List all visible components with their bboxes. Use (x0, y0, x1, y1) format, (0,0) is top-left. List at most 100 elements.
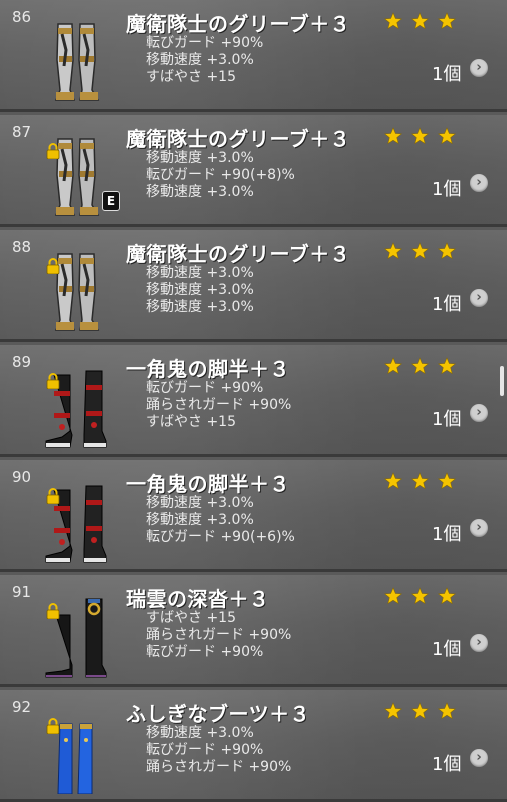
equipped-badge: E (102, 191, 120, 211)
item-number: 87 (12, 123, 32, 141)
lock-icon (46, 488, 60, 504)
chevron-right-icon[interactable]: › (470, 519, 488, 537)
item-stat: 転びガード +90% (146, 35, 264, 51)
star-icon (384, 587, 402, 605)
star-icon (438, 587, 457, 605)
star-icon (411, 587, 430, 605)
item-name: 魔衛隊士のグリーブ＋３ (126, 12, 351, 36)
item-stat: すばやさ +15 (146, 414, 236, 430)
item-stat: 移動速度 +3.0% (146, 265, 254, 281)
item-count: 1個 (432, 409, 462, 430)
star-icon (438, 472, 457, 490)
rarity-stars (384, 702, 460, 720)
chevron-right-icon[interactable]: › (470, 404, 488, 422)
item-stat: すばやさ +15 (146, 610, 236, 626)
item-stat: 踊らされガード +90% (146, 759, 292, 775)
item-stat: 移動速度 +3.0% (146, 512, 254, 528)
item-count: 1個 (432, 64, 462, 85)
item-row[interactable]: 88 魔衛隊士のグリーブ＋３ 移動速度 +3.0% 移動速度 +3.0% 移動速… (0, 230, 507, 342)
item-row[interactable]: 87 E 魔衛隊士のグリーブ＋３ 移動速度 +3.0% 転びガード +90(+8… (0, 115, 507, 227)
item-stat: 転びガード +90% (146, 380, 264, 396)
item-stat: 移動速度 +3.0% (146, 52, 254, 68)
item-count: 1個 (432, 639, 462, 660)
star-icon (438, 242, 457, 260)
lock-icon (46, 373, 60, 389)
item-name: ふしぎなブーツ＋３ (126, 702, 311, 726)
star-icon (438, 12, 457, 30)
lock-icon (46, 258, 60, 274)
item-stat: 転びガード +90% (146, 742, 264, 758)
item-name: 一角鬼の脚半＋３ (126, 472, 290, 496)
item-count: 1個 (432, 524, 462, 545)
item-stats: 転びガード +90% 移動速度 +3.0% すばやさ +15 (146, 35, 263, 86)
star-icon (411, 242, 430, 260)
item-number: 86 (12, 8, 32, 26)
item-stat: 移動速度 +3.0% (146, 725, 254, 741)
rarity-stars (384, 127, 460, 145)
item-stat: 転びガード +90(+8)% (146, 167, 295, 183)
star-icon (384, 357, 402, 375)
item-stat: 踊らされガード +90% (146, 397, 292, 413)
chevron-right-icon[interactable]: › (470, 59, 488, 77)
item-stat: 移動速度 +3.0% (146, 299, 254, 315)
item-stats: 転びガード +90% 踊らされガード +90% すばやさ +15 (146, 380, 291, 431)
rarity-stars (384, 587, 460, 605)
item-stats: 移動速度 +3.0% 転びガード +90% 踊らされガード +90% (146, 725, 291, 776)
item-number: 89 (12, 353, 32, 371)
scrollbar[interactable] (500, 366, 504, 396)
inventory-list: 86 魔衛隊士のグリーブ＋３ 転びガード +90% 移動速度 +3.0% すばや… (0, 0, 507, 802)
star-icon (411, 12, 430, 30)
item-stat: 移動速度 +3.0% (146, 150, 254, 166)
item-number: 92 (12, 698, 32, 716)
star-icon (438, 702, 457, 720)
item-number: 90 (12, 468, 32, 486)
item-stats: 移動速度 +3.0% 転びガード +90(+8)% 移動速度 +3.0% (146, 150, 295, 201)
item-stat: 移動速度 +3.0% (146, 495, 254, 511)
star-icon (438, 127, 457, 145)
star-icon (384, 472, 402, 490)
item-number: 88 (12, 238, 32, 256)
star-icon (411, 127, 430, 145)
star-icon (411, 702, 430, 720)
item-stats: 移動速度 +3.0% 移動速度 +3.0% 転びガード +90(+6)% (146, 495, 295, 546)
item-row[interactable]: 91 瑞雲の深沓＋３ すばやさ +15 踊らされガード +90% 転びガード +… (0, 575, 507, 687)
star-icon (411, 357, 430, 375)
rarity-stars (384, 357, 460, 375)
item-row[interactable]: 89 一角鬼の脚半＋３ 転びガード +90% 踊らされガード +90% すばやさ… (0, 345, 507, 457)
star-icon (384, 242, 402, 260)
item-stat: 踊らされガード +90% (146, 627, 292, 643)
item-stat: すばやさ +15 (146, 69, 236, 85)
rarity-stars (384, 242, 460, 260)
item-row[interactable]: 86 魔衛隊士のグリーブ＋３ 転びガード +90% 移動速度 +3.0% すばや… (0, 0, 507, 112)
item-stat: 移動速度 +3.0% (146, 184, 254, 200)
star-icon (384, 127, 402, 145)
lock-icon (46, 603, 60, 619)
item-count: 1個 (432, 179, 462, 200)
item-stats: すばやさ +15 踊らされガード +90% 転びガード +90% (146, 610, 291, 661)
item-stat: 転びガード +90% (146, 644, 264, 660)
silver-greaves-icon (54, 23, 100, 101)
item-name: 魔衛隊士のグリーブ＋３ (126, 127, 351, 151)
chevron-right-icon[interactable]: › (470, 289, 488, 307)
star-icon (411, 472, 430, 490)
rarity-stars (384, 472, 460, 490)
chevron-right-icon[interactable]: › (470, 749, 488, 767)
item-row[interactable]: 92 ふしぎなブーツ＋３ 移動速度 +3.0% 転びガード +90% 踊らされガ… (0, 690, 507, 802)
star-icon (438, 357, 457, 375)
item-count: 1個 (432, 294, 462, 315)
item-stats: 移動速度 +3.0% 移動速度 +3.0% 移動速度 +3.0% (146, 265, 254, 316)
item-name: 一角鬼の脚半＋３ (126, 357, 290, 381)
item-row[interactable]: 90 一角鬼の脚半＋３ 移動速度 +3.0% 移動速度 +3.0% 転びガード … (0, 460, 507, 572)
item-name: 魔衛隊士のグリーブ＋３ (126, 242, 351, 266)
lock-icon (46, 143, 60, 159)
rarity-stars (384, 12, 460, 30)
chevron-right-icon[interactable]: › (470, 174, 488, 192)
item-stat: 移動速度 +3.0% (146, 282, 254, 298)
chevron-right-icon[interactable]: › (470, 634, 488, 652)
item-stat: 転びガード +90(+6)% (146, 529, 295, 545)
item-name: 瑞雲の深沓＋３ (126, 587, 270, 611)
item-number: 91 (12, 583, 32, 601)
star-icon (384, 12, 402, 30)
star-icon (384, 702, 402, 720)
lock-icon (46, 718, 60, 734)
